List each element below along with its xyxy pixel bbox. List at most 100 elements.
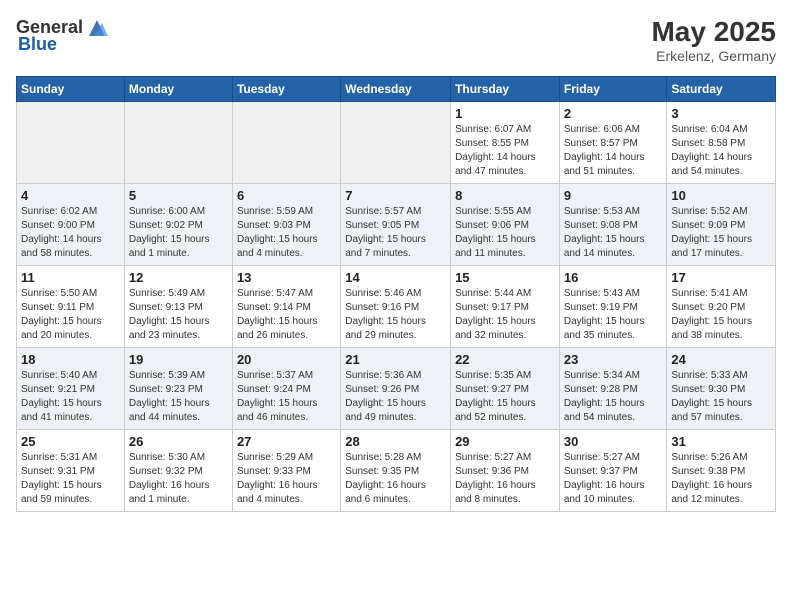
day-info: Sunrise: 5:26 AM Sunset: 9:38 PM Dayligh… [671, 451, 771, 507]
calendar-cell: 7Sunrise: 5:57 AM Sunset: 9:05 PM Daylig… [341, 184, 451, 266]
day-number: 14 [345, 270, 446, 285]
day-info: Sunrise: 6:06 AM Sunset: 8:57 PM Dayligh… [564, 123, 663, 179]
day-info: Sunrise: 5:35 AM Sunset: 9:27 PM Dayligh… [455, 369, 555, 425]
day-number: 30 [564, 434, 663, 449]
day-info: Sunrise: 6:00 AM Sunset: 9:02 PM Dayligh… [129, 205, 228, 261]
day-number: 6 [237, 188, 336, 203]
calendar-cell: 30 Sunrise: 5:27 AM Sunset: 9:37 PM Dayli… [559, 430, 667, 512]
calendar-cell: 19 Sunrise: 5:39 AM Sunset: 9:23 PM Dayli… [124, 348, 232, 430]
col-header-tuesday: Tuesday [232, 77, 340, 102]
calendar-week-5: 25 Sunrise: 5:31 AM Sunset: 9:31 PM Dayli… [17, 430, 776, 512]
calendar-week-3: 11 Sunrise: 5:50 AM Sunset: 9:11 PM Dayli… [17, 266, 776, 348]
logo: General Blue [16, 16, 111, 55]
day-info: Sunrise: 5:36 AM Sunset: 9:26 PM Dayligh… [345, 369, 446, 425]
calendar-cell [341, 102, 451, 184]
calendar-cell: 24 Sunrise: 5:33 AM Sunset: 9:30 PM Dayli… [667, 348, 776, 430]
day-info: Sunrise: 5:41 AM Sunset: 9:20 PM Dayligh… [671, 287, 771, 343]
day-info: Sunrise: 6:04 AM Sunset: 8:58 PM Dayligh… [671, 123, 771, 179]
calendar-cell: 2 Sunrise: 6:06 AM Sunset: 8:57 PM Daylig… [559, 102, 667, 184]
day-number: 28 [345, 434, 446, 449]
day-info: Sunrise: 5:30 AM Sunset: 9:32 PM Dayligh… [129, 451, 228, 507]
day-info: Sunrise: 5:47 AM Sunset: 9:14 PM Dayligh… [237, 287, 336, 343]
day-number: 29 [455, 434, 555, 449]
col-header-saturday: Saturday [667, 77, 776, 102]
col-header-monday: Monday [124, 77, 232, 102]
day-number: 26 [129, 434, 228, 449]
calendar-cell: 10 Sunrise: 5:52 AM Sunset: 9:09 PM Dayli… [667, 184, 776, 266]
day-number: 18 [21, 352, 120, 367]
day-number: 12 [129, 270, 228, 285]
calendar-cell: 17 Sunrise: 5:41 AM Sunset: 9:20 PM Dayli… [667, 266, 776, 348]
logo-blue: Blue [18, 34, 57, 55]
day-number: 10 [671, 188, 771, 203]
day-info: Sunrise: 5:50 AM Sunset: 9:11 PM Dayligh… [21, 287, 120, 343]
calendar-cell: 3 Sunrise: 6:04 AM Sunset: 8:58 PM Daylig… [667, 102, 776, 184]
page-subtitle: Erkelenz, Germany [651, 48, 776, 64]
calendar-cell: 20Sunrise: 5:37 AM Sunset: 9:24 PM Dayli… [232, 348, 340, 430]
day-info: Sunrise: 6:07 AM Sunset: 8:55 PM Dayligh… [455, 123, 555, 179]
day-number: 17 [671, 270, 771, 285]
calendar-cell: 5Sunrise: 6:00 AM Sunset: 9:02 PM Daylig… [124, 184, 232, 266]
page-header: General Blue May 2025 Erkelenz, Germany [16, 16, 776, 64]
day-number: 3 [671, 106, 771, 121]
title-block: May 2025 Erkelenz, Germany [651, 16, 776, 64]
calendar-cell: 31Sunrise: 5:26 AM Sunset: 9:38 PM Dayli… [667, 430, 776, 512]
day-info: Sunrise: 5:37 AM Sunset: 9:24 PM Dayligh… [237, 369, 336, 425]
calendar-table: SundayMondayTuesdayWednesdayThursdayFrid… [16, 76, 776, 512]
day-info: Sunrise: 5:52 AM Sunset: 9:09 PM Dayligh… [671, 205, 771, 261]
calendar-cell: 4Sunrise: 6:02 AM Sunset: 9:00 PM Daylig… [17, 184, 125, 266]
day-number: 21 [345, 352, 446, 367]
day-number: 13 [237, 270, 336, 285]
col-header-friday: Friday [559, 77, 667, 102]
day-number: 25 [21, 434, 120, 449]
calendar-cell: 29Sunrise: 5:27 AM Sunset: 9:36 PM Dayli… [451, 430, 560, 512]
calendar-cell: 26 Sunrise: 5:30 AM Sunset: 9:32 PM Dayli… [124, 430, 232, 512]
calendar-cell: 28 Sunrise: 5:28 AM Sunset: 9:35 PM Dayli… [341, 430, 451, 512]
calendar-cell: 18 Sunrise: 5:40 AM Sunset: 9:21 PM Dayli… [17, 348, 125, 430]
day-info: Sunrise: 5:43 AM Sunset: 9:19 PM Dayligh… [564, 287, 663, 343]
calendar-cell [124, 102, 232, 184]
calendar-cell: 11 Sunrise: 5:50 AM Sunset: 9:11 PM Dayli… [17, 266, 125, 348]
calendar-cell: 22 Sunrise: 5:35 AM Sunset: 9:27 PM Dayli… [451, 348, 560, 430]
day-info: Sunrise: 5:39 AM Sunset: 9:23 PM Dayligh… [129, 369, 228, 425]
day-info: Sunrise: 5:57 AM Sunset: 9:05 PM Dayligh… [345, 205, 446, 261]
day-number: 24 [671, 352, 771, 367]
day-info: Sunrise: 5:33 AM Sunset: 9:30 PM Dayligh… [671, 369, 771, 425]
day-info: Sunrise: 5:53 AM Sunset: 9:08 PM Dayligh… [564, 205, 663, 261]
calendar-week-1: 1Sunrise: 6:07 AM Sunset: 8:55 PM Daylig… [17, 102, 776, 184]
day-number: 23 [564, 352, 663, 367]
day-info: Sunrise: 5:44 AM Sunset: 9:17 PM Dayligh… [455, 287, 555, 343]
day-info: Sunrise: 5:55 AM Sunset: 9:06 PM Dayligh… [455, 205, 555, 261]
calendar-cell: 15 Sunrise: 5:44 AM Sunset: 9:17 PM Dayli… [451, 266, 560, 348]
calendar-cell: 12Sunrise: 5:49 AM Sunset: 9:13 PM Dayli… [124, 266, 232, 348]
calendar-cell: 8 Sunrise: 5:55 AM Sunset: 9:06 PM Daylig… [451, 184, 560, 266]
calendar-cell: 27Sunrise: 5:29 AM Sunset: 9:33 PM Dayli… [232, 430, 340, 512]
day-number: 16 [564, 270, 663, 285]
day-number: 2 [564, 106, 663, 121]
day-info: Sunrise: 5:59 AM Sunset: 9:03 PM Dayligh… [237, 205, 336, 261]
col-header-thursday: Thursday [451, 77, 560, 102]
day-number: 15 [455, 270, 555, 285]
day-info: Sunrise: 5:34 AM Sunset: 9:28 PM Dayligh… [564, 369, 663, 425]
day-number: 22 [455, 352, 555, 367]
calendar-cell [232, 102, 340, 184]
day-info: Sunrise: 5:27 AM Sunset: 9:37 PM Dayligh… [564, 451, 663, 507]
day-info: Sunrise: 5:28 AM Sunset: 9:35 PM Dayligh… [345, 451, 446, 507]
calendar-week-4: 18 Sunrise: 5:40 AM Sunset: 9:21 PM Dayli… [17, 348, 776, 430]
day-number: 4 [21, 188, 120, 203]
calendar-week-2: 4Sunrise: 6:02 AM Sunset: 9:00 PM Daylig… [17, 184, 776, 266]
day-number: 11 [21, 270, 120, 285]
day-number: 19 [129, 352, 228, 367]
calendar-cell [17, 102, 125, 184]
day-number: 8 [455, 188, 555, 203]
calendar-cell: 13 Sunrise: 5:47 AM Sunset: 9:14 PM Dayli… [232, 266, 340, 348]
day-number: 27 [237, 434, 336, 449]
day-info: Sunrise: 5:40 AM Sunset: 9:21 PM Dayligh… [21, 369, 120, 425]
calendar-cell: 6 Sunrise: 5:59 AM Sunset: 9:03 PM Daylig… [232, 184, 340, 266]
day-info: Sunrise: 5:46 AM Sunset: 9:16 PM Dayligh… [345, 287, 446, 343]
calendar-header-row: SundayMondayTuesdayWednesdayThursdayFrid… [17, 77, 776, 102]
day-info: Sunrise: 5:31 AM Sunset: 9:31 PM Dayligh… [21, 451, 120, 507]
calendar-cell: 25 Sunrise: 5:31 AM Sunset: 9:31 PM Dayli… [17, 430, 125, 512]
calendar-cell: 16 Sunrise: 5:43 AM Sunset: 9:19 PM Dayli… [559, 266, 667, 348]
col-header-sunday: Sunday [17, 77, 125, 102]
